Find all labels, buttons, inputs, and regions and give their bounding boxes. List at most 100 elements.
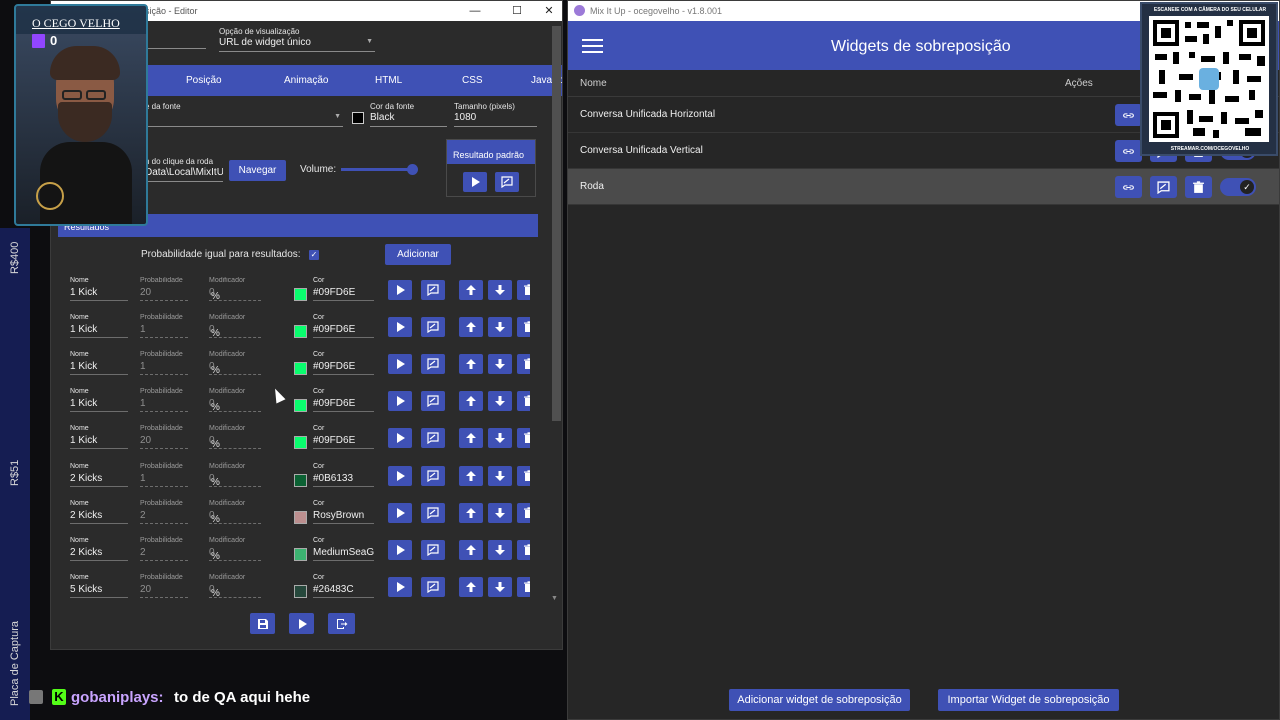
result-modifier-input[interactable]: 0	[209, 361, 261, 376]
import-widget-button[interactable]: Importar Widget de sobreposição	[938, 689, 1119, 711]
color-swatch[interactable]	[294, 473, 307, 487]
scroll-down-icon[interactable]: ▼	[551, 595, 558, 602]
result-probability-input[interactable]: 20	[140, 584, 188, 598]
result-command-button[interactable]	[421, 576, 445, 597]
result-probability-input[interactable]: 2	[140, 547, 188, 561]
result-color-input[interactable]: #09FD6E	[313, 287, 374, 301]
delete-result-button[interactable]	[517, 465, 530, 486]
result-probability-input[interactable]: 20	[140, 435, 188, 450]
color-swatch[interactable]	[294, 436, 307, 450]
delete-result-button[interactable]	[517, 317, 530, 338]
result-color-input[interactable]: MediumSeaG	[313, 547, 374, 561]
move-up-button[interactable]	[459, 354, 483, 375]
move-down-button[interactable]	[488, 576, 512, 597]
result-command-button[interactable]	[421, 428, 445, 449]
save-button[interactable]	[250, 613, 275, 634]
tab-animation[interactable]: Animação	[284, 75, 328, 86]
result-name-input[interactable]: 2 Kicks	[70, 473, 128, 487]
test-play-button[interactable]	[289, 613, 314, 634]
result-color-input[interactable]: RosyBrown	[313, 510, 374, 524]
copy-url-button[interactable]	[1115, 176, 1142, 198]
close-icon[interactable]: ✕	[541, 3, 557, 19]
result-play-button[interactable]	[388, 354, 412, 375]
delete-result-button[interactable]	[517, 428, 530, 449]
color-swatch[interactable]	[294, 362, 307, 376]
delete-result-button[interactable]	[517, 354, 530, 375]
hamburger-menu-icon[interactable]	[582, 39, 603, 57]
result-play-button[interactable]	[388, 502, 412, 523]
result-play-button[interactable]	[388, 391, 412, 412]
result-modifier-input[interactable]: 0	[209, 584, 261, 598]
result-command-button[interactable]	[421, 539, 445, 560]
result-modifier-input[interactable]: 0	[209, 510, 261, 524]
result-name-input[interactable]: 2 Kicks	[70, 547, 128, 561]
result-play-button[interactable]	[388, 465, 412, 486]
result-color-input[interactable]: #26483C	[313, 584, 374, 598]
result-name-input[interactable]: 1 Kick	[70, 361, 128, 376]
browse-button[interactable]: Navegar	[229, 160, 286, 181]
move-down-button[interactable]	[488, 391, 512, 412]
result-color-input[interactable]: #09FD6E	[313, 324, 374, 339]
move-up-button[interactable]	[459, 317, 483, 338]
color-swatch[interactable]	[294, 399, 307, 413]
result-color-input[interactable]: #09FD6E	[313, 361, 374, 376]
widget-row[interactable]: Roda ✓	[568, 169, 1279, 205]
result-modifier-input[interactable]: 0	[209, 473, 261, 487]
font-color-input[interactable]: Black	[370, 112, 447, 127]
result-probability-input[interactable]: 1	[140, 398, 188, 413]
move-up-button[interactable]	[459, 428, 483, 449]
result-color-input[interactable]: #09FD6E	[313, 398, 374, 413]
font-family-select[interactable]: l ▼	[145, 112, 343, 127]
move-up-button[interactable]	[459, 280, 483, 300]
editor-scrollbar-thumb[interactable]	[552, 26, 561, 421]
move-up-button[interactable]	[459, 502, 483, 523]
result-probability-input[interactable]: 2	[140, 510, 188, 524]
move-down-button[interactable]	[488, 465, 512, 486]
result-name-input[interactable]: 5 Kicks	[70, 584, 128, 598]
color-swatch[interactable]	[294, 288, 307, 301]
result-command-button[interactable]	[421, 391, 445, 412]
maximize-icon[interactable]: ☐	[509, 3, 525, 19]
result-command-button[interactable]	[421, 280, 445, 300]
result-probability-input[interactable]: 1	[140, 361, 188, 376]
delete-result-button[interactable]	[517, 539, 530, 560]
default-play-button[interactable]	[463, 172, 487, 192]
move-up-button[interactable]	[459, 539, 483, 560]
result-name-input[interactable]: 1 Kick	[70, 324, 128, 339]
export-button[interactable]	[328, 613, 355, 634]
equal-probability-checkbox[interactable]: ✓	[309, 250, 319, 260]
tab-position[interactable]: Posição	[186, 75, 222, 86]
default-test-button[interactable]	[495, 172, 519, 192]
delete-widget-button[interactable]	[1185, 176, 1212, 198]
result-modifier-input[interactable]: 0	[209, 287, 261, 301]
display-option-select[interactable]: URL de widget único ▼	[219, 37, 375, 52]
font-size-input[interactable]: 1080	[454, 112, 537, 127]
delete-result-button[interactable]	[517, 391, 530, 412]
result-probability-input[interactable]: 1	[140, 324, 188, 339]
result-command-button[interactable]	[421, 317, 445, 338]
delete-result-button[interactable]	[517, 576, 530, 597]
copy-url-button[interactable]	[1115, 140, 1142, 162]
move-up-button[interactable]	[459, 576, 483, 597]
result-color-input[interactable]: #09FD6E	[313, 435, 374, 450]
result-play-button[interactable]	[388, 576, 412, 597]
result-name-input[interactable]: 1 Kick	[70, 287, 128, 301]
result-name-input[interactable]: 1 Kick	[70, 398, 128, 413]
minimize-icon[interactable]: —	[467, 3, 483, 19]
result-name-input[interactable]: 2 Kicks	[70, 510, 128, 524]
tab-css[interactable]: CSS	[462, 75, 483, 86]
move-up-button[interactable]	[459, 465, 483, 486]
result-probability-input[interactable]: 1	[140, 473, 188, 487]
move-down-button[interactable]	[488, 539, 512, 560]
result-play-button[interactable]	[388, 317, 412, 338]
move-down-button[interactable]	[488, 354, 512, 375]
move-down-button[interactable]	[488, 502, 512, 523]
copy-url-button[interactable]	[1115, 104, 1142, 126]
add-widget-button[interactable]: Adicionar widget de sobreposição	[729, 689, 910, 711]
move-up-button[interactable]	[459, 391, 483, 412]
delete-result-button[interactable]	[517, 502, 530, 523]
result-modifier-input[interactable]: 0	[209, 398, 261, 413]
move-down-button[interactable]	[488, 317, 512, 338]
color-swatch[interactable]	[294, 325, 307, 339]
color-swatch[interactable]	[294, 547, 307, 561]
